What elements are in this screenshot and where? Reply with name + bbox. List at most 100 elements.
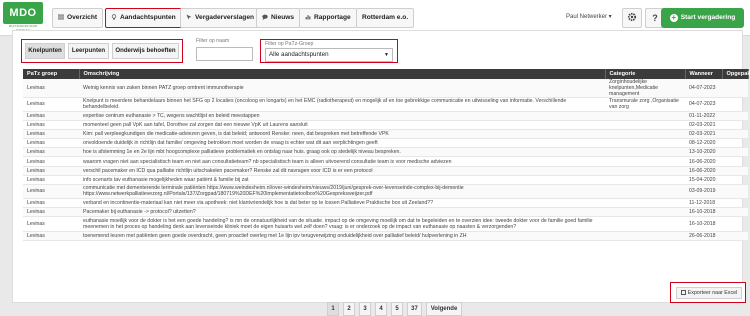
cell-groep: Levinas xyxy=(23,111,79,121)
comment-icon xyxy=(262,14,268,20)
column-header-opgepakt[interactable]: Opgepakt xyxy=(722,69,750,79)
cell-opgepakt xyxy=(722,120,748,130)
next-page-button[interactable]: Volgende xyxy=(426,302,462,316)
nav-label: Vergaderverslagen xyxy=(195,14,255,21)
table-icon xyxy=(680,289,686,295)
table-row[interactable]: Levinas communicatie met dementerende ter… xyxy=(23,184,748,199)
table-row[interactable]: Levinas hoe is afstemming 1e en 2e lijn m… xyxy=(23,147,748,158)
cell-omschrijving: euthanasie moeilijk voor de dokter is he… xyxy=(79,216,605,232)
page-button[interactable]: 1 xyxy=(327,302,339,316)
cell-opgepakt xyxy=(722,175,748,186)
nav-vergaderverslagen[interactable]: Vergaderverslagen xyxy=(180,8,261,28)
table-row[interactable]: Levinas Pacemaker bij euthanasie -> proto… xyxy=(23,207,748,217)
cell-wanneer: 04-07-2023 xyxy=(685,97,722,112)
cell-groep: Levinas xyxy=(23,184,79,199)
page-button[interactable]: 2 xyxy=(343,302,355,316)
cell-groep: Levinas xyxy=(23,207,79,217)
table-row[interactable]: Levinas expertise centrum euthanasie > TC… xyxy=(23,111,748,121)
category-tabs: Knelpunten Leerpunten Onderwijs behoefte… xyxy=(21,39,183,63)
table-row[interactable]: Levinas Kim: pall verpleegkundigen die me… xyxy=(23,129,748,140)
cell-groep: Levinas xyxy=(23,156,79,167)
cell-opgepakt xyxy=(722,147,748,158)
nav-overzicht[interactable]: Overzicht xyxy=(52,8,104,28)
cell-wanneer: 16-06-2020 xyxy=(685,156,722,167)
cell-groep: Levinas xyxy=(23,138,79,149)
group-filter-select[interactable]: Alle aandachtspunten ▼ xyxy=(265,48,393,62)
page-button[interactable]: 5 xyxy=(391,302,403,316)
table-row[interactable]: Levinas toenemend leuren met patiënten ge… xyxy=(23,231,748,242)
cell-omschrijving: info scenarts tav euthanasie mogelijkhed… xyxy=(79,175,605,186)
nav-aandachtspunten[interactable]: Aandachtspunten xyxy=(105,8,182,28)
cell-wanneer: 02-03-2021 xyxy=(685,120,722,130)
table-row[interactable]: Levinas momenteel geen pall VpK aan tafel… xyxy=(23,120,748,130)
column-header-omschrijving[interactable]: Omschrijving xyxy=(79,69,606,79)
page-button[interactable]: 3 xyxy=(359,302,371,316)
settings-button[interactable] xyxy=(622,8,642,28)
cell-categorie xyxy=(605,138,685,149)
nav-label: Overzicht xyxy=(67,14,98,21)
cell-opgepakt xyxy=(722,129,748,140)
table-row[interactable]: Levinas waarom vragen niet aan specialist… xyxy=(23,156,748,167)
table-row[interactable]: Levinas euthanasie moeilijk voor de dokte… xyxy=(23,216,748,232)
cell-categorie xyxy=(605,147,685,158)
filter-bar: Knelpunten Leerpunten Onderwijs behoefte… xyxy=(21,38,741,63)
cell-wanneer: 04-07-2023 xyxy=(685,79,722,98)
cell-categorie xyxy=(605,231,685,242)
cell-groep: Levinas xyxy=(23,120,79,130)
cell-groep: Levinas xyxy=(23,231,79,242)
page-button[interactable]: 37 xyxy=(407,302,422,316)
cell-groep: Levinas xyxy=(23,175,79,186)
cell-wanneer: 16-06-2020 xyxy=(685,166,722,176)
table-row[interactable]: Levinas verband en incontinentie-materiaa… xyxy=(23,198,748,208)
export-excel-button[interactable]: Exporteer naar Excel xyxy=(676,287,742,299)
cell-opgepakt xyxy=(722,79,748,98)
start-vergadering-button[interactable]: + Start vergadering xyxy=(661,8,744,28)
nav-rapportage[interactable]: Rapportage xyxy=(299,8,357,28)
table-row[interactable]: Levinas onvoldoende duidelijk in richtlij… xyxy=(23,138,748,149)
group-filter-container: Filter op PaTz-Groep Alle aandachtspunte… xyxy=(260,39,398,63)
cell-wanneer: 03-09-2019 xyxy=(685,184,722,199)
nav-nieuws[interactable]: Nieuws xyxy=(256,8,301,28)
column-header-groep[interactable]: PaTz groep xyxy=(23,69,80,79)
cell-groep: Levinas xyxy=(23,97,79,112)
cell-categorie xyxy=(605,184,685,199)
cell-opgepakt xyxy=(722,184,748,199)
cell-categorie xyxy=(605,120,685,130)
main-panel: Knelpunten Leerpunten Onderwijs behoefte… xyxy=(12,30,750,316)
table-row[interactable]: Levinas Weinig kennis van zaken binnen PA… xyxy=(23,79,748,98)
gear-icon xyxy=(627,12,637,22)
cell-wanneer: 02-03-2021 xyxy=(685,129,722,140)
cell-wanneer: 26-06-2018 xyxy=(685,231,722,242)
cell-opgepakt xyxy=(722,111,748,121)
cell-omschrijving: communicatie met dementerende terminale … xyxy=(79,184,605,199)
name-filter-input[interactable] xyxy=(196,47,253,61)
cell-wanneer: 16-10-2018 xyxy=(685,207,722,217)
column-header-wanneer[interactable]: Wanneer xyxy=(685,69,723,79)
table-row[interactable]: Levinas Knelpunt is meerdere behandelaars… xyxy=(23,97,748,112)
name-filter-label: Filter op naam xyxy=(196,38,230,44)
nav-rotterdam[interactable]: Rotterdam e.o. xyxy=(356,8,415,28)
cell-opgepakt xyxy=(722,166,748,176)
tab-knelpunten[interactable]: Knelpunten xyxy=(25,43,65,59)
table-row[interactable]: Levinas verschil pacemaker en ICD qua pal… xyxy=(23,166,748,176)
cell-opgepakt xyxy=(722,138,748,149)
cell-opgepakt xyxy=(722,156,748,167)
table-row[interactable]: Levinas info scenarts tav euthanasie moge… xyxy=(23,175,748,186)
cell-wanneer: 13-10-2020 xyxy=(685,147,722,158)
column-header-categorie[interactable]: Categorie xyxy=(605,69,686,79)
chart-icon xyxy=(305,14,311,19)
nav-label: Aandachtspunten xyxy=(120,14,176,21)
cell-groep: Levinas xyxy=(23,216,79,232)
cell-opgepakt xyxy=(722,231,748,242)
chevron-down-icon: ▼ xyxy=(384,52,389,58)
tab-leerpunten[interactable]: Leerpunten xyxy=(68,43,109,59)
page-button[interactable]: 4 xyxy=(375,302,387,316)
cell-omschrijving: hoe is afstemming 1e en 2e lijn mbt hoog… xyxy=(79,147,605,158)
user-dropdown[interactable]: Paul Netwerker ▾ xyxy=(566,10,612,24)
cell-omschrijving: momenteel geen pall VpK aan tafel, Dorot… xyxy=(79,120,605,130)
tab-onderwijs-behoeften[interactable]: Onderwijs behoeften xyxy=(112,43,179,59)
cell-groep: Levinas xyxy=(23,198,79,208)
lightbulb-icon xyxy=(111,13,117,20)
cell-wanneer: 15-04-2020 xyxy=(685,175,722,186)
cell-opgepakt xyxy=(722,198,748,208)
